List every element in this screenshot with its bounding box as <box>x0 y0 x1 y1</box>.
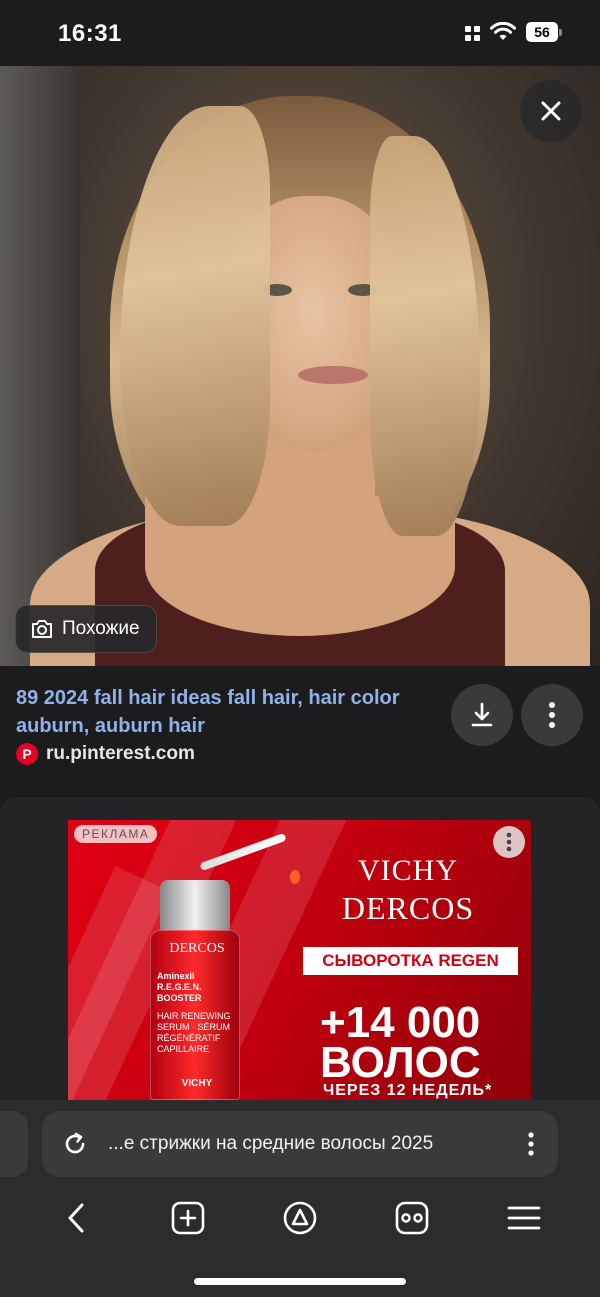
menu-icon <box>507 1206 541 1230</box>
ad-banner[interactable]: РЕКЛАМА DERCOS Aminexil R.E.G.E.N. BOOST… <box>68 820 531 1100</box>
result-title-link[interactable]: 89 2024 fall hair ideas fall hair, hair … <box>16 684 436 740</box>
status-icons: 56 <box>465 22 562 42</box>
status-bar: 16:31 56 <box>0 0 600 66</box>
bottom-navigation <box>0 1190 600 1246</box>
alice-icon <box>283 1201 317 1235</box>
main-menu-button[interactable] <box>494 1190 554 1246</box>
camera-search-icon <box>32 620 52 638</box>
download-button[interactable] <box>451 684 513 746</box>
bottle-vichy: VICHY <box>181 1078 213 1089</box>
home-indicator[interactable] <box>194 1278 406 1285</box>
reload-button[interactable] <box>42 1131 108 1157</box>
more-options-button[interactable] <box>521 684 583 746</box>
bottle-brand: DERCOS <box>169 941 225 956</box>
address-bar-menu-button[interactable] <box>504 1131 558 1157</box>
more-vertical-icon <box>528 1132 534 1156</box>
battery-level: 56 <box>526 22 558 42</box>
alice-assistant-button[interactable] <box>270 1190 330 1246</box>
ad-subline: ЧЕРЕЗ 12 НЕДЕЛЬ* <box>323 1082 493 1099</box>
signal-icon <box>465 25 480 41</box>
new-tab-button[interactable] <box>158 1190 218 1246</box>
close-button[interactable] <box>520 80 582 142</box>
download-icon <box>471 702 493 727</box>
ad-headline-word: ВОЛОС <box>320 1038 481 1087</box>
wifi-icon <box>490 22 516 40</box>
more-vertical-icon <box>549 702 555 728</box>
ad-product: DERCOS <box>341 890 475 926</box>
tabs-icon <box>395 1201 429 1235</box>
previous-tab-card[interactable] <box>0 1111 28 1177</box>
ad-pill: СЫВОРОТКА REGEN <box>303 947 518 975</box>
back-button[interactable] <box>46 1190 106 1246</box>
bottle-cap-image <box>160 880 230 935</box>
close-icon <box>541 101 561 121</box>
address-bar[interactable]: ...е стрижки на средние волосы 2025 <box>42 1111 558 1177</box>
bottle-product-name: Aminexil R.E.G.E.N. BOOSTER <box>157 971 202 1003</box>
search-query[interactable]: ...е стрижки на средние волосы 2025 <box>108 1133 504 1155</box>
ad-brand: VICHY <box>358 854 458 887</box>
pinterest-icon: P <box>16 743 38 765</box>
more-vertical-icon <box>506 832 512 852</box>
back-icon <box>68 1203 84 1233</box>
bottle-description: HAIR RENEWING SERUM · SÉRUM RÉGÉNÉRATIF … <box>157 1011 231 1054</box>
battery-icon: 56 <box>526 22 562 42</box>
result-source[interactable]: P ru.pinterest.com <box>16 743 195 765</box>
result-image[interactable] <box>0 66 600 666</box>
serum-bottle-image: DERCOS Aminexil R.E.G.E.N. BOOSTER HAIR … <box>150 930 240 1100</box>
new-tab-icon <box>171 1201 205 1235</box>
similar-images-button[interactable]: Похожие <box>15 605 157 653</box>
status-time: 16:31 <box>58 20 122 47</box>
tabs-button[interactable] <box>382 1190 442 1246</box>
ad-label: РЕКЛАМА <box>74 825 158 843</box>
source-domain: ru.pinterest.com <box>46 743 195 764</box>
reload-icon <box>65 1132 85 1154</box>
similar-label: Похожие <box>62 618 140 639</box>
